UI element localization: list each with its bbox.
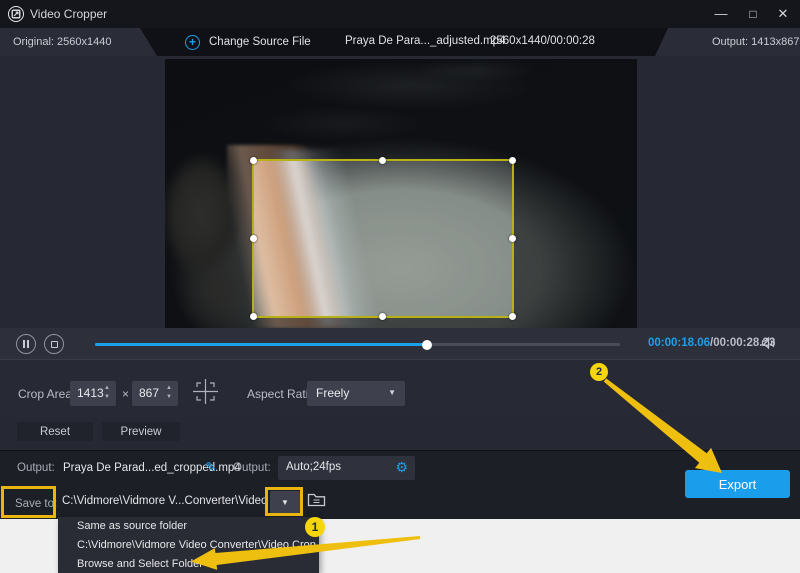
stepper-up-icon[interactable]: ▲ <box>166 384 172 393</box>
edit-filename-icon[interactable]: ✎ <box>205 459 217 476</box>
crop-handle[interactable] <box>379 157 386 164</box>
output-format-field[interactable]: Auto;24fps ⚙ <box>278 456 415 480</box>
crop-handle[interactable] <box>250 313 257 320</box>
stepper-down-icon[interactable]: ▼ <box>166 393 172 402</box>
crop-height-input[interactable]: 867 ▲ ▼ <box>132 381 178 406</box>
save-path: C:\Vidmore\Vidmore V...Converter\Video C… <box>62 495 296 507</box>
width-stepper[interactable]: ▲ ▼ <box>102 384 112 402</box>
app-logo-icon <box>8 6 24 22</box>
titlebar: Video Cropper — □ ✕ <box>0 0 800 28</box>
crop-handle[interactable] <box>509 235 516 242</box>
video-cropper-window: Video Cropper — □ ✕ Original: 2560x1440 … <box>0 0 800 573</box>
output-size-tab: Output: 1413x867 <box>655 28 800 56</box>
seek-progress <box>95 343 426 346</box>
save-location-menu: Same as source folder C:\Vidmore\Vidmore… <box>58 517 319 573</box>
multiply-sign: × <box>122 387 129 401</box>
current-time: 00:00:18.06 <box>648 337 710 349</box>
reset-button[interactable]: Reset <box>17 422 93 441</box>
menu-item-browse[interactable]: Browse and Select Folder <box>58 555 319 573</box>
browse-folder-button[interactable] <box>307 492 326 511</box>
output-name-label: Output: <box>17 462 55 474</box>
crop-box[interactable] <box>252 159 514 318</box>
preview-area <box>0 56 800 328</box>
pause-icon <box>23 340 29 348</box>
stop-button[interactable] <box>44 334 64 354</box>
aspect-ratio-value: Freely <box>316 386 349 400</box>
preview-button[interactable]: Preview <box>102 422 180 441</box>
change-source-label: Change Source File <box>209 36 311 48</box>
crop-height-value: 867 <box>139 386 159 400</box>
stepper-down-icon[interactable]: ▼ <box>104 393 110 402</box>
output-format-label: Output: <box>233 462 271 474</box>
stepper-up-icon[interactable]: ▲ <box>104 384 110 393</box>
dropdown-arrow-icon: ▼ <box>281 498 289 507</box>
save-to-label: Save to: <box>15 498 57 510</box>
menu-item-same-as-source[interactable]: Same as source folder <box>58 517 319 536</box>
video-filename: Praya De Para..._adjusted.mp4 <box>345 35 505 47</box>
crop-area-label: Crop Area: <box>18 387 75 401</box>
pause-button[interactable] <box>16 334 36 354</box>
menu-item-default-path[interactable]: C:\Vidmore\Vidmore Video Converter\Video… <box>58 536 319 555</box>
plus-icon: + <box>185 35 200 50</box>
video-preview <box>165 59 637 328</box>
crop-width-value: 1413 <box>77 386 104 400</box>
aspect-ratio-dropdown[interactable]: Freely ▼ <box>307 381 405 406</box>
save-path-dropdown-button[interactable]: ▼ <box>270 491 300 514</box>
stop-icon <box>51 341 58 348</box>
output-format-value: Auto;24fps <box>286 461 341 473</box>
crop-handle[interactable] <box>509 157 516 164</box>
crop-controls-row: Crop Area: 1413 ▲ ▼ × 867 ▲ ▼ Aspect Rat… <box>0 360 800 418</box>
infobar: Original: 2560x1440 + Change Source File… <box>0 28 800 56</box>
chevron-down-icon: ▼ <box>388 388 396 397</box>
window-title: Video Cropper <box>30 7 107 21</box>
seek-handle[interactable] <box>422 340 432 350</box>
maximize-button[interactable]: □ <box>736 0 770 28</box>
crop-view <box>254 161 512 316</box>
playback-bar: 00:00:18.06/00:00:28.23 <box>0 328 800 360</box>
video-dimensions-duration: 2560x1440/00:00:28 <box>490 35 595 47</box>
crop-handle[interactable] <box>250 235 257 242</box>
change-source-button[interactable]: + Change Source File <box>185 28 311 56</box>
crop-handle[interactable] <box>509 313 516 320</box>
crop-width-input[interactable]: 1413 ▲ ▼ <box>70 381 116 406</box>
crop-position-icon[interactable] <box>192 378 219 408</box>
original-size-tab: Original: 2560x1440 <box>0 28 157 56</box>
time-display: 00:00:18.06/00:00:28.23 <box>648 337 775 349</box>
format-settings-gear-icon[interactable]: ⚙ <box>395 459 408 476</box>
minimize-button[interactable]: — <box>704 0 738 28</box>
volume-icon[interactable] <box>761 336 777 353</box>
height-stepper[interactable]: ▲ ▼ <box>164 384 174 402</box>
export-button[interactable]: Export <box>685 470 790 498</box>
crop-handle[interactable] <box>379 313 386 320</box>
crop-handle[interactable] <box>250 157 257 164</box>
close-button[interactable]: ✕ <box>766 0 800 28</box>
seek-slider[interactable] <box>95 343 620 346</box>
output-panel: Output: Praya De Parad...ed_cropped.mp4 … <box>0 450 800 519</box>
